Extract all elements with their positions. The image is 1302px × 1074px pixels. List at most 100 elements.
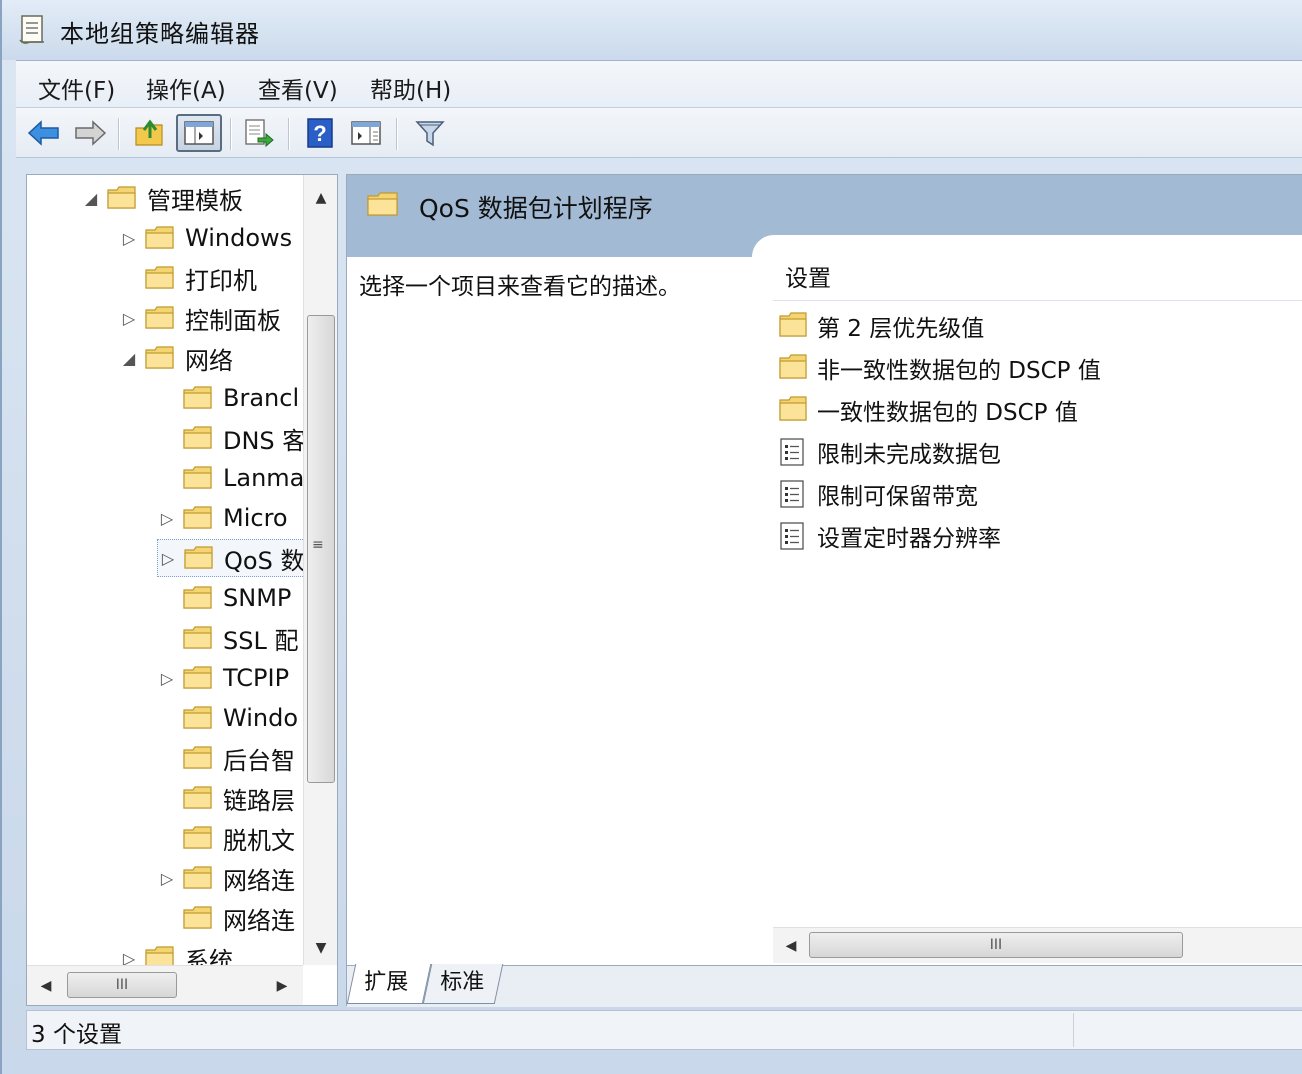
tree-item-label: Brancl	[223, 384, 300, 412]
tree-vertical-scrollbar[interactable]: ▲ ≡ ▼	[303, 175, 337, 965]
scroll-left-icon[interactable]: ◀	[31, 966, 61, 1006]
menu-bar: 文件(F) 操作(A) 查看(V) 帮助(H)	[16, 60, 1302, 108]
tree-item[interactable]: ▷ QoS 数	[157, 539, 303, 577]
column-header-settings[interactable]: 设置	[773, 257, 1302, 301]
tab-standard[interactable]: 标准	[422, 964, 504, 1004]
collapsed-arrow-icon[interactable]: ▷	[119, 309, 139, 328]
tree-item[interactable]: ▷ 网络连	[157, 859, 295, 897]
title-bar[interactable]: 本地组策略编辑器	[2, 0, 1302, 60]
status-text: 3 个设置	[31, 1022, 122, 1048]
forward-icon	[75, 120, 107, 146]
help-button[interactable]: ?	[300, 114, 340, 152]
tree-item[interactable]: 链路层	[157, 779, 295, 817]
folder-icon	[145, 346, 175, 370]
folder-icon	[145, 266, 175, 290]
folder-icon	[145, 226, 175, 250]
collapsed-arrow-icon[interactable]: ▷	[119, 229, 139, 248]
tree-item-label: QoS 数	[224, 546, 303, 575]
export-list-button[interactable]	[238, 114, 278, 152]
folder-icon	[183, 866, 213, 890]
folder-icon	[183, 826, 213, 850]
tree-item-label: SSL 配	[223, 626, 299, 655]
tree-item-label: Windows	[185, 224, 293, 252]
menu-help[interactable]: 帮助(H)	[364, 69, 457, 107]
tree-item-label: Windo	[223, 704, 298, 732]
settings-folder-row[interactable]: 一致性数据包的 DSCP 值	[779, 391, 1078, 429]
scroll-down-icon[interactable]: ▼	[304, 931, 338, 965]
folder-icon	[183, 706, 213, 730]
menu-action[interactable]: 操作(A)	[140, 69, 232, 107]
window-title: 本地组策略编辑器	[60, 20, 260, 48]
details-pane: QoS 数据包计划程序 选择一个项目来查看它的描述。 设置 第 2 层优先级值非…	[346, 174, 1302, 1007]
collapsed-arrow-icon[interactable]: ▷	[157, 869, 177, 888]
tree-view: ◢ 管理模板 ▷ Windows 打印机 ▷ 控制面板 ◢ 网络 Brancl DNS 客 Lanma…	[27, 175, 303, 965]
policy-setting-icon	[779, 438, 807, 466]
filter-button[interactable]	[410, 114, 450, 152]
svg-text:?: ?	[313, 121, 326, 146]
tree-item[interactable]: ◢ 管理模板	[81, 179, 243, 217]
tree-item[interactable]: Brancl	[157, 379, 299, 417]
policy-setting-row[interactable]: 限制未完成数据包	[779, 433, 1001, 471]
setting-label: 限制未完成数据包	[817, 442, 1001, 468]
folder-icon	[779, 312, 807, 340]
tree-item[interactable]: ▷ Micro	[157, 499, 288, 537]
tree-item-label: 控制面板	[185, 306, 281, 335]
filter-icon	[415, 121, 445, 147]
tree-item[interactable]: 网络连	[157, 899, 295, 937]
tree-item[interactable]: 后台智	[157, 739, 295, 777]
action-pane-button[interactable]	[346, 114, 386, 152]
setting-label: 第 2 层优先级值	[817, 316, 985, 342]
scroll-thumb[interactable]: III	[809, 932, 1183, 958]
tree-item[interactable]: ▷ 控制面板	[119, 299, 281, 337]
tree-horizontal-scrollbar[interactable]: ◀ III ▶	[27, 965, 303, 1005]
show-hide-action-pane-icon	[351, 121, 381, 145]
expanded-arrow-icon[interactable]: ◢	[81, 189, 101, 208]
settings-folder-row[interactable]: 第 2 层优先级值	[779, 307, 984, 345]
collapsed-arrow-icon[interactable]: ▷	[119, 949, 139, 966]
menu-view[interactable]: 查看(V)	[252, 69, 344, 107]
toolbar-separator	[396, 118, 398, 150]
collapsed-arrow-icon[interactable]: ▷	[158, 549, 178, 568]
policy-setting-row[interactable]: 限制可保留带宽	[779, 475, 978, 513]
up-level-button[interactable]	[130, 114, 170, 152]
view-tabs: 扩展 标准	[346, 964, 1302, 1007]
tree-item[interactable]: ▷ TCPIP	[157, 659, 289, 697]
settings-folder-row[interactable]: 非一致性数据包的 DSCP 值	[779, 349, 1101, 387]
tree-item[interactable]: ◢ 网络	[119, 339, 233, 377]
tree-item[interactable]: DNS 客	[157, 419, 303, 457]
tree-item[interactable]: Windo	[157, 699, 298, 737]
tree-item[interactable]: SSL 配	[157, 619, 298, 657]
policy-setting-row[interactable]: 设置定时器分辨率	[779, 517, 1001, 555]
tree-item[interactable]: ▷ Windows	[119, 219, 292, 257]
folder-icon	[183, 626, 213, 650]
menu-file[interactable]: 文件(F)	[32, 69, 121, 107]
expanded-arrow-icon[interactable]: ◢	[119, 349, 139, 368]
folder-icon	[779, 354, 807, 382]
tree-item[interactable]: ▷ 系统	[119, 939, 233, 965]
tree-item-label: 脱机文	[223, 826, 295, 855]
setting-label: 一致性数据包的 DSCP 值	[817, 400, 1078, 426]
collapsed-arrow-icon[interactable]: ▷	[157, 669, 177, 688]
show-hide-tree-button[interactable]	[176, 114, 222, 152]
tab-extended-label: 扩展	[364, 970, 409, 995]
scroll-up-icon[interactable]: ▲	[304, 181, 338, 215]
tab-extended[interactable]: 扩展	[346, 964, 432, 1004]
collapsed-arrow-icon[interactable]: ▷	[157, 509, 177, 528]
folder-icon	[184, 546, 214, 570]
scroll-right-icon[interactable]: ▶	[267, 966, 297, 1006]
up-folder-icon	[135, 119, 163, 146]
setting-label: 限制可保留带宽	[817, 484, 978, 510]
details-horizontal-scrollbar[interactable]: ◀ III	[773, 927, 1302, 963]
tree-item-label: Micro	[223, 504, 288, 532]
folder-icon	[367, 192, 398, 216]
scroll-thumb[interactable]: III	[67, 972, 177, 998]
scroll-left-icon[interactable]: ◀	[779, 928, 803, 964]
forward-button[interactable]	[70, 114, 110, 152]
tree-item[interactable]: 打印机	[119, 259, 257, 297]
tree-item[interactable]: 脱机文	[157, 819, 295, 857]
tree-item[interactable]: Lanma	[157, 459, 303, 497]
tree-item[interactable]: SNMP	[157, 579, 291, 617]
folder-icon	[183, 906, 213, 930]
back-button[interactable]	[24, 114, 64, 152]
tree-item-label: Lanma	[223, 464, 303, 492]
